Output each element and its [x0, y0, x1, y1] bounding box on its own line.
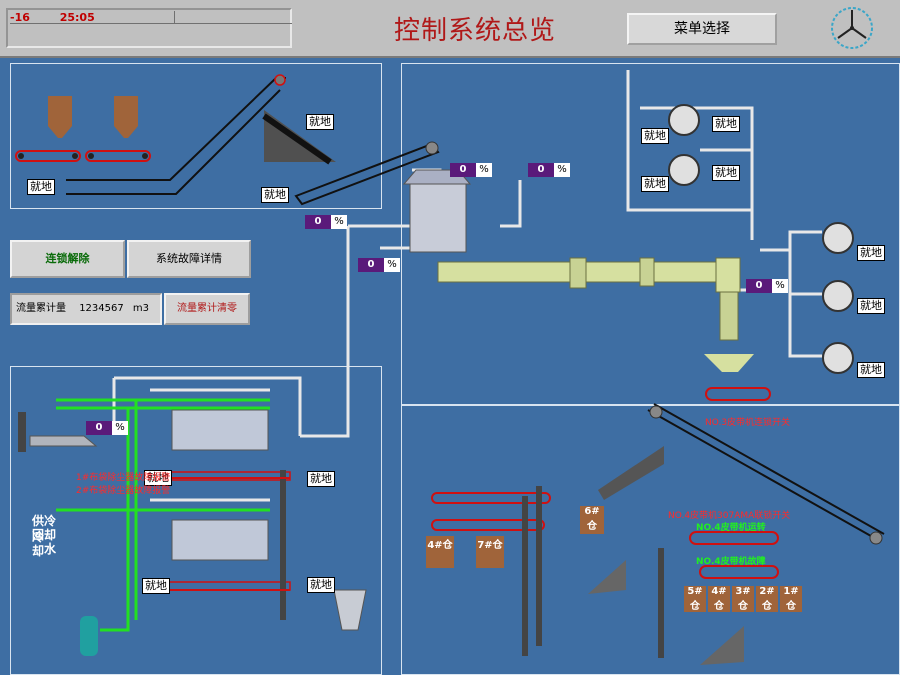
local-tag: 就地 [857, 362, 885, 378]
silo-2: 2#仓 [756, 586, 778, 612]
silo-6: 6#仓 [580, 506, 604, 534]
flow-total-unit: m3 [132, 303, 150, 314]
local-tag: 就地 [306, 114, 334, 130]
damper-percent: 0% [528, 163, 570, 177]
local-tag: 就地 [712, 165, 740, 181]
local-tag: 就地 [142, 578, 170, 594]
cooling-water-right: 冷却水 [44, 514, 57, 556]
flow-total-readout: 流量累计量 1234567 m3 [10, 293, 162, 325]
local-tag: 就地 [641, 176, 669, 192]
damper-percent: 0% [746, 279, 788, 293]
local-tag: 就地 [307, 577, 335, 593]
local-tag: 就地 [307, 471, 335, 487]
interlock-release-button[interactable]: 连锁解除 [10, 240, 125, 278]
no4-fault-status: NO.4皮带机故障 [696, 557, 766, 567]
local-tag: 就地 [712, 116, 740, 132]
fan-icon[interactable] [822, 342, 854, 374]
fan-icon[interactable] [822, 222, 854, 254]
local-tag: 就地 [857, 298, 885, 314]
flow-total-label: 流量累计量 [16, 303, 66, 314]
fan-icon[interactable] [668, 154, 700, 186]
dust-fault-1: 1#布袋除尘器故障报警 [76, 473, 171, 483]
local-tag: 就地 [261, 187, 289, 203]
damper-percent: 0% [305, 215, 347, 229]
process-diagram [15, 70, 885, 665]
local-tag: 就地 [27, 179, 55, 195]
local-tag: 就地 [857, 245, 885, 261]
silo-7: 7#仓 [476, 536, 504, 568]
silo-4b: 4#仓 [708, 586, 730, 612]
flow-reset-button[interactable]: 流量累计清零 [164, 293, 250, 325]
inclined-belt [66, 77, 286, 181]
no4-run-status: NO.4皮带机运转 [696, 523, 766, 533]
fan-icon[interactable] [822, 280, 854, 312]
damper-percent: 0% [86, 421, 128, 435]
flow-total-value: 1234567 [79, 303, 124, 314]
silo-5: 5#仓 [684, 586, 706, 612]
damper-percent: 0% [358, 258, 400, 272]
kiln [402, 169, 754, 372]
system-fault-detail-button[interactable]: 系统故障详情 [127, 240, 251, 278]
silo-1: 1#仓 [780, 586, 802, 612]
damper-percent: 0% [450, 163, 492, 177]
silo-3: 3#仓 [732, 586, 754, 612]
feed-hopper [48, 96, 138, 138]
no3-conveyor-alarm: NO.3皮带机连锁开关 [705, 418, 791, 428]
local-tag: 就地 [641, 128, 669, 144]
dust-fault-2: 2#布袋除尘器故障报警 [76, 486, 171, 496]
fan-icon[interactable] [668, 104, 700, 136]
short-belt [15, 150, 151, 162]
silo-4: 4#仓 [426, 536, 454, 568]
